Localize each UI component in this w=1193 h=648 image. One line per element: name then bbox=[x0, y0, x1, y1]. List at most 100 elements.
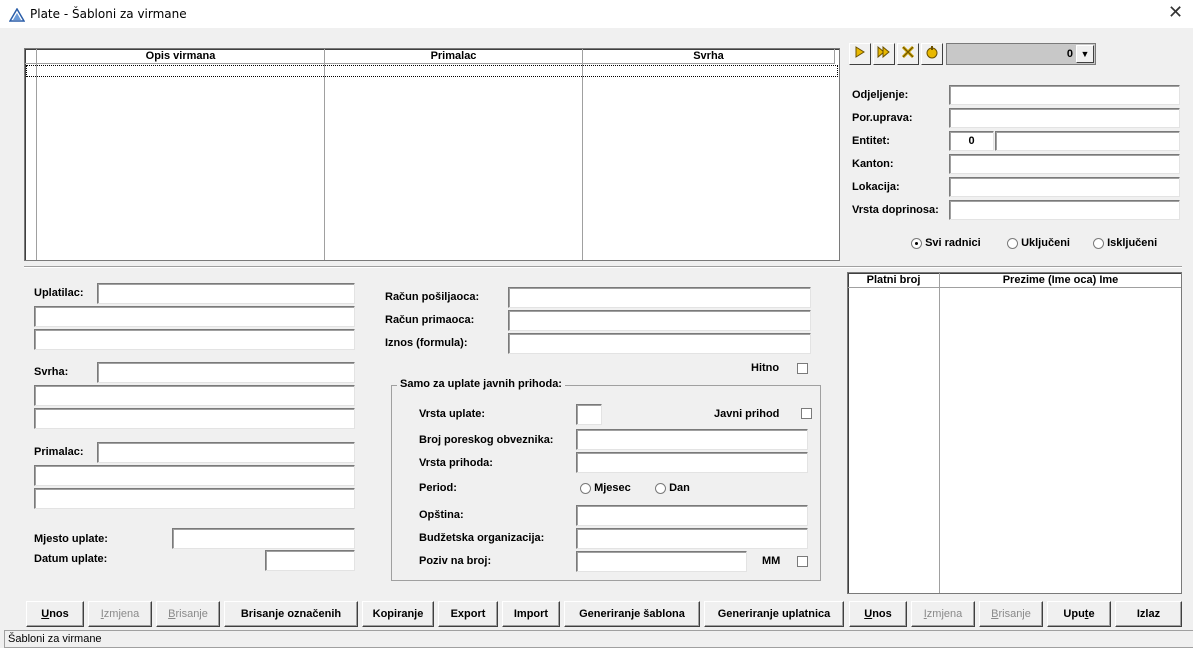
primalac-field-2[interactable] bbox=[34, 465, 355, 486]
radio-icon[interactable] bbox=[1093, 237, 1104, 249]
broj-poreskog-field[interactable] bbox=[576, 429, 808, 450]
templates-grid[interactable]: Opis virmana Primalac Svrha bbox=[24, 48, 840, 261]
hitno-checkbox[interactable] bbox=[797, 363, 808, 374]
vrsta-uplate-label: Vrsta uplate: bbox=[419, 408, 486, 420]
app-icon bbox=[9, 8, 25, 22]
unos-right-button[interactable]: Unos bbox=[849, 601, 907, 627]
mm-label: MM bbox=[762, 555, 781, 567]
unos-button[interactable]: Unos bbox=[26, 601, 84, 627]
column-header-svrha[interactable]: Svrha bbox=[583, 49, 835, 64]
vrsta-doprinosa-label: Vrsta doprinosa: bbox=[852, 204, 939, 216]
javni-prihod-label: Javni prihod bbox=[714, 408, 780, 420]
svrha-label: Svrha: bbox=[34, 366, 69, 378]
uplatilac-label: Uplatilac: bbox=[34, 287, 84, 299]
budzetska-label: Budžetska organizacija: bbox=[419, 532, 545, 544]
radio-mjesec[interactable]: Mjesec bbox=[580, 482, 631, 494]
racun-primaoca-field[interactable] bbox=[508, 310, 811, 331]
entitet-name-field[interactable] bbox=[995, 131, 1180, 151]
brisanje-right-button[interactable]: Brisanje bbox=[979, 601, 1043, 627]
cross-icon[interactable] bbox=[897, 43, 919, 65]
filter-combo-value: 0 bbox=[1066, 48, 1073, 60]
broj-poreskog-label: Broj poreskog obveznika: bbox=[419, 434, 554, 446]
poziv-label: Poziv na broj: bbox=[419, 555, 492, 567]
close-icon[interactable]: ✕ bbox=[1168, 2, 1183, 23]
column-header-opis[interactable]: Opis virmana bbox=[37, 49, 325, 64]
primalac-label: Primalac: bbox=[34, 446, 84, 458]
column-header-prezime[interactable]: Prezime (Ime oca) Ime bbox=[940, 273, 1181, 288]
datum-label: Datum uplate: bbox=[34, 553, 108, 565]
generiranje-uplatnica-button[interactable]: Generiranje uplatnica bbox=[704, 601, 844, 627]
radio-icon[interactable] bbox=[655, 482, 666, 494]
iznos-label: Iznos (formula): bbox=[385, 337, 468, 349]
svrha-field-2[interactable] bbox=[34, 385, 355, 406]
primalac-field[interactable] bbox=[97, 442, 355, 463]
window-title: Plate - Šabloni za virmane bbox=[30, 7, 187, 21]
svrha-field-3[interactable] bbox=[34, 408, 355, 429]
opstina-field[interactable] bbox=[576, 505, 808, 526]
por-uprava-label: Por.uprava: bbox=[852, 112, 913, 124]
arrow-right-icon[interactable] bbox=[849, 43, 871, 65]
vrsta-doprinosa-field[interactable] bbox=[949, 200, 1180, 220]
selected-row[interactable] bbox=[26, 65, 838, 77]
kanton-field[interactable] bbox=[949, 154, 1180, 174]
vrsta-uplate-field[interactable] bbox=[576, 404, 602, 425]
por-uprava-field[interactable] bbox=[949, 108, 1180, 128]
uplatilac-field[interactable] bbox=[97, 283, 355, 304]
radio-icon[interactable] bbox=[580, 482, 591, 494]
poziv-field[interactable] bbox=[576, 551, 747, 572]
hitno-label: Hitno bbox=[751, 362, 780, 374]
status-text: Šabloni za virmane bbox=[8, 633, 102, 645]
row-indicator-header bbox=[25, 49, 37, 64]
mjesto-label: Mjesto uplate: bbox=[34, 533, 108, 545]
kopiranje-button[interactable]: Kopiranje bbox=[362, 601, 434, 627]
brisanje-button[interactable]: Brisanje bbox=[156, 601, 220, 627]
group-title: Samo za uplate javnih prihoda: bbox=[397, 378, 565, 390]
primalac-field-3[interactable] bbox=[34, 488, 355, 509]
refresh-icon[interactable] bbox=[921, 43, 943, 65]
radio-dan[interactable]: Dan bbox=[655, 482, 690, 494]
chevron-down-icon[interactable]: ▼ bbox=[1076, 45, 1094, 63]
divider bbox=[24, 266, 1182, 268]
radio-svi-radnici[interactable]: Svi radnici bbox=[911, 237, 981, 249]
period-label: Period: bbox=[419, 482, 457, 494]
uplatilac-field-2[interactable] bbox=[34, 306, 355, 327]
racun-posiljaoca-label: Račun pošiljaoca: bbox=[385, 291, 480, 303]
entitet-label: Entitet: bbox=[852, 135, 890, 147]
radio-selected-icon[interactable] bbox=[911, 237, 922, 249]
odjeljenje-field[interactable] bbox=[949, 85, 1180, 105]
radio-iskljuceni[interactable]: Isključeni bbox=[1093, 237, 1157, 249]
column-header-platni-broj[interactable]: Platni broj bbox=[848, 273, 940, 288]
racun-posiljaoca-field[interactable] bbox=[508, 287, 811, 308]
javni-prihod-checkbox[interactable] bbox=[801, 408, 812, 419]
column-header-primalac[interactable]: Primalac bbox=[325, 49, 583, 64]
izmjena-right-button[interactable]: Izmjena bbox=[911, 601, 975, 627]
uplatilac-field-3[interactable] bbox=[34, 329, 355, 350]
upute-button[interactable]: Upute bbox=[1047, 601, 1111, 627]
iznos-field[interactable] bbox=[508, 333, 811, 354]
employees-grid[interactable]: Platni broj Prezime (Ime oca) Ime bbox=[847, 272, 1182, 594]
entitet-code-field[interactable]: 0 bbox=[949, 131, 994, 151]
export-button[interactable]: Export bbox=[438, 601, 498, 627]
radio-ukljuceni[interactable]: Uključeni bbox=[1007, 237, 1070, 249]
izlaz-button[interactable]: Izlaz bbox=[1115, 601, 1182, 627]
odjeljenje-label: Odjeljenje: bbox=[852, 89, 909, 101]
opstina-label: Opština: bbox=[419, 509, 464, 521]
kanton-label: Kanton: bbox=[852, 158, 894, 170]
racun-primaoca-label: Račun primaoca: bbox=[385, 314, 475, 326]
lokacija-label: Lokacija: bbox=[852, 181, 900, 193]
budzetska-field[interactable] bbox=[576, 528, 808, 549]
vrsta-prihoda-field[interactable] bbox=[576, 452, 808, 473]
izmjena-button[interactable]: Izmjena bbox=[88, 601, 152, 627]
datum-field[interactable] bbox=[265, 550, 355, 571]
filter-combo[interactable]: 0 ▼ bbox=[946, 43, 1096, 65]
brisanje-oznacenih-button[interactable]: Brisanje označenih bbox=[224, 601, 358, 627]
double-arrow-icon[interactable] bbox=[873, 43, 895, 65]
mm-checkbox[interactable] bbox=[797, 556, 808, 567]
generiranje-sablona-button[interactable]: Generiranje šablona bbox=[564, 601, 700, 627]
radio-icon[interactable] bbox=[1007, 237, 1018, 249]
vrsta-prihoda-label: Vrsta prihoda: bbox=[419, 457, 493, 469]
mjesto-field[interactable] bbox=[172, 528, 355, 549]
lokacija-field[interactable] bbox=[949, 177, 1180, 197]
import-button[interactable]: Import bbox=[502, 601, 560, 627]
svrha-field[interactable] bbox=[97, 362, 355, 383]
